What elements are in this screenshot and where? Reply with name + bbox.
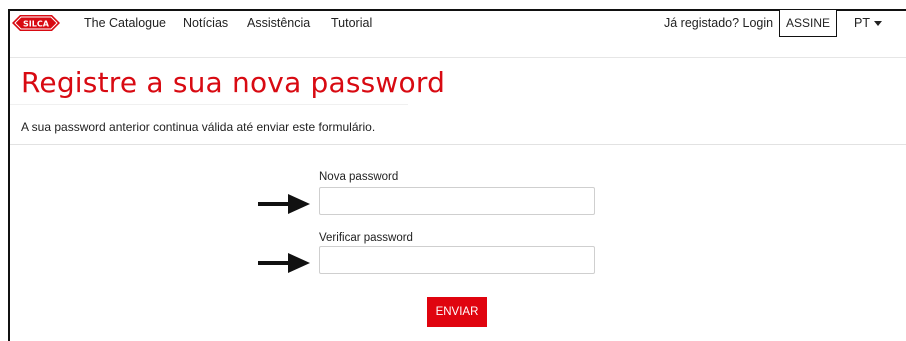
- silca-logo-icon: SILCA: [12, 15, 60, 31]
- arrow-right-icon: [258, 194, 310, 214]
- verify-password-input[interactable]: [319, 246, 595, 274]
- arrow-right-icon: [258, 253, 310, 273]
- nav-link-catalogue[interactable]: The Catalogue: [84, 16, 166, 30]
- nav-link-noticias[interactable]: Notícias: [183, 16, 228, 30]
- logo-text: SILCA: [23, 20, 50, 29]
- divider: [10, 144, 906, 145]
- new-password-input[interactable]: [319, 187, 595, 215]
- verify-password-label: Verificar password: [319, 232, 413, 244]
- new-password-label: Nova password: [319, 171, 399, 183]
- submit-button[interactable]: ENVIAR: [427, 297, 487, 327]
- silca-logo[interactable]: SILCA: [10, 13, 62, 33]
- login-link[interactable]: Já registado? Login: [664, 16, 773, 30]
- page-title: Registre a sua nova password: [21, 66, 446, 99]
- language-selector[interactable]: PT: [854, 16, 882, 30]
- page-subtitle: A sua password anterior continua válida …: [21, 120, 376, 134]
- caret-down-icon: [873, 20, 882, 26]
- nav-link-tutorial[interactable]: Tutorial: [331, 16, 372, 30]
- nav-link-assistencia[interactable]: Assistência: [247, 16, 310, 30]
- subscribe-button[interactable]: ASSINE: [779, 9, 837, 37]
- language-label: PT: [854, 16, 870, 30]
- page-frame: [8, 9, 906, 341]
